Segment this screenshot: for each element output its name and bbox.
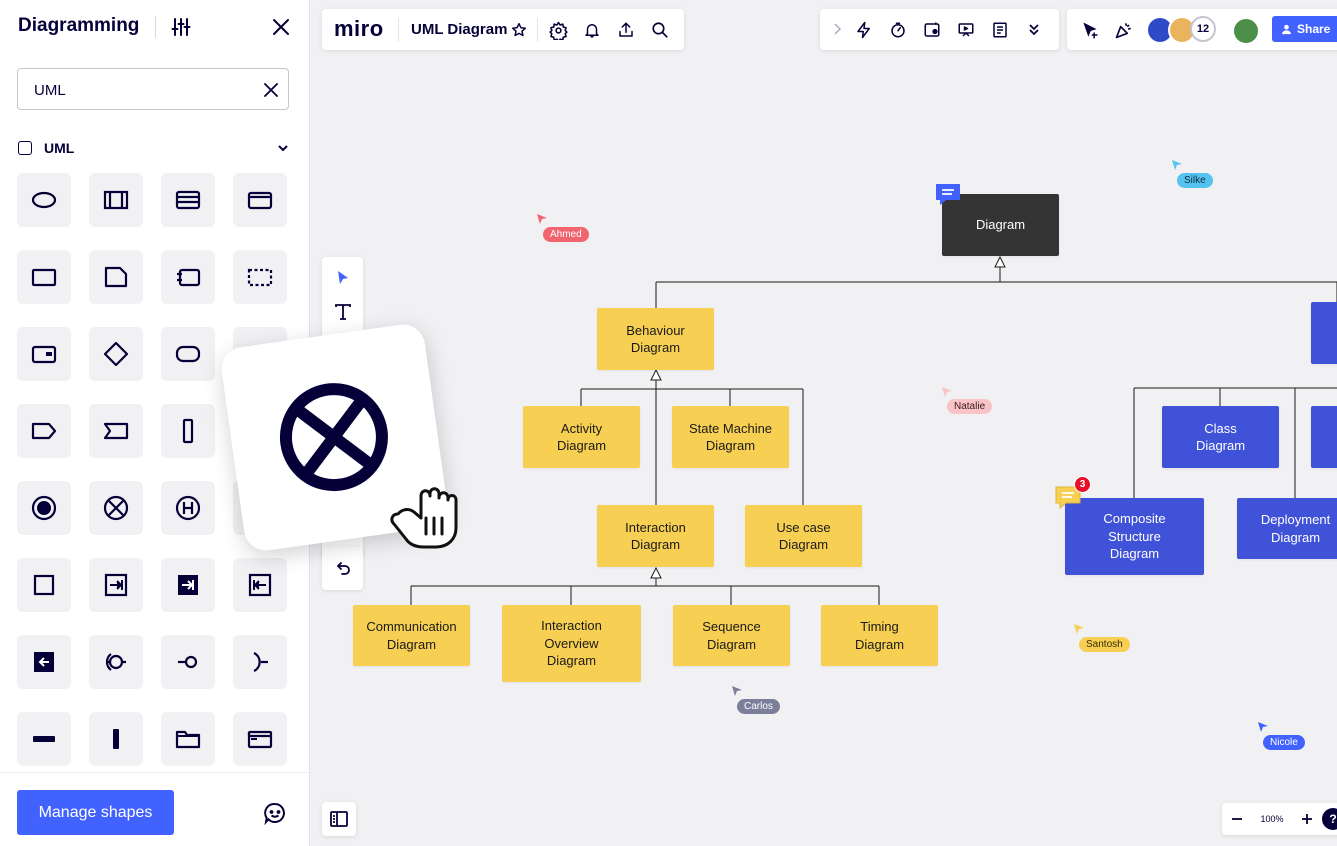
zoom-controls: 100% ?	[1222, 803, 1337, 835]
uml-node-interaction[interactable]: Interaction Diagram	[597, 505, 714, 567]
cursor-arrow-icon	[1258, 722, 1268, 732]
cursor-name-label: Natalie	[947, 399, 993, 414]
comment-count-badge: 3	[1074, 476, 1091, 493]
cursor-arrow-icon	[942, 387, 952, 397]
uml-node-structure-partial[interactable]	[1311, 302, 1337, 364]
uml-node-behaviour[interactable]: Behaviour Diagram	[597, 308, 714, 370]
uml-node-timing[interactable]: Timing Diagram	[821, 605, 938, 666]
uml-node-interaction-overview[interactable]: Interaction Overview Diagram	[502, 605, 641, 682]
uml-node-state-machine[interactable]: State Machine Diagram	[672, 406, 789, 468]
cursor-arrow-icon	[732, 686, 742, 696]
zoom-out-button[interactable]	[1222, 803, 1252, 835]
cursor-name-label: Nicole	[1263, 735, 1305, 750]
uml-node-activity[interactable]: Activity Diagram	[523, 406, 640, 468]
uml-node-class[interactable]: Class Diagram	[1162, 406, 1279, 468]
comment-icon	[936, 184, 960, 205]
flow-final-icon	[279, 383, 388, 492]
cursor-name-label: Santosh	[1079, 637, 1130, 652]
uml-node-use-case[interactable]: Use case Diagram	[745, 505, 862, 567]
cursor-name-label: Carlos	[737, 699, 780, 714]
uml-connectors	[410, 255, 1337, 605]
zoom-level[interactable]: 100%	[1252, 814, 1292, 824]
zoom-in-button[interactable]	[1292, 803, 1322, 835]
cursor-arrow-icon	[537, 214, 547, 224]
uml-node-deployment[interactable]: Deployment Diagram	[1237, 498, 1337, 559]
cursor-name-label: Ahmed	[543, 227, 589, 242]
uml-node-communication[interactable]: Communication Diagram	[353, 605, 470, 666]
help-icon[interactable]: ?	[1322, 808, 1337, 830]
grab-hand-icon	[390, 487, 458, 549]
comment-marker[interactable]	[934, 182, 962, 206]
uml-node-composite-structure[interactable]: Composite Structure Diagram	[1065, 498, 1204, 575]
uml-node-sequence[interactable]: Sequence Diagram	[673, 605, 790, 666]
cursor-name-label: Silke	[1177, 173, 1213, 188]
cursor-arrow-icon	[1074, 624, 1084, 634]
uml-node-partial[interactable]	[1311, 406, 1337, 468]
cursor-arrow-icon	[1172, 160, 1182, 170]
